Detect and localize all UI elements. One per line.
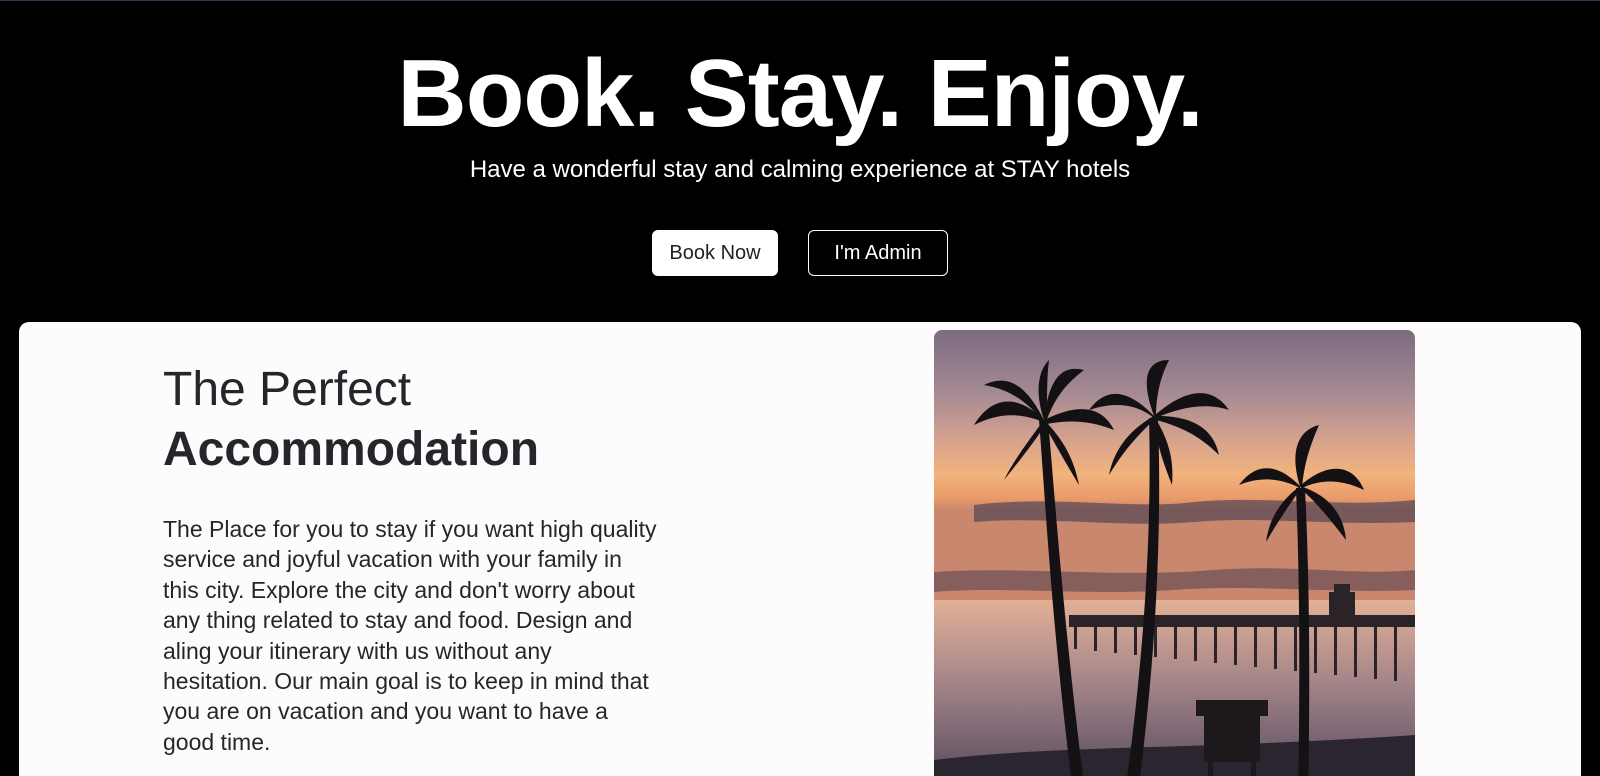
admin-button[interactable]: I'm Admin	[808, 230, 948, 276]
accommodation-text: The Perfect Accommodation The Place for …	[163, 360, 663, 757]
hero-subtitle: Have a wonderful stay and calming experi…	[469, 156, 1131, 183]
page: Book. Stay. Enjoy. Have a wonderful stay…	[0, 0, 1600, 776]
photo-illustration	[934, 330, 1415, 776]
section-heading-line1: The Perfect	[163, 363, 412, 416]
sunset-palm-trees-image	[934, 330, 1415, 776]
section-description: The Place for you to stay if you want hi…	[163, 516, 657, 755]
hero-actions: Book Now I'm Admin	[0, 230, 1600, 276]
section-heading-line2: Accommodation	[163, 423, 540, 476]
book-now-button[interactable]: Book Now	[652, 230, 778, 276]
accommodation-card: The Perfect Accommodation The Place for …	[19, 322, 1581, 776]
hero-title: Book. Stay. Enjoy.	[397, 40, 1203, 147]
hero-section: Book. Stay. Enjoy. Have a wonderful stay…	[0, 1, 1600, 321]
